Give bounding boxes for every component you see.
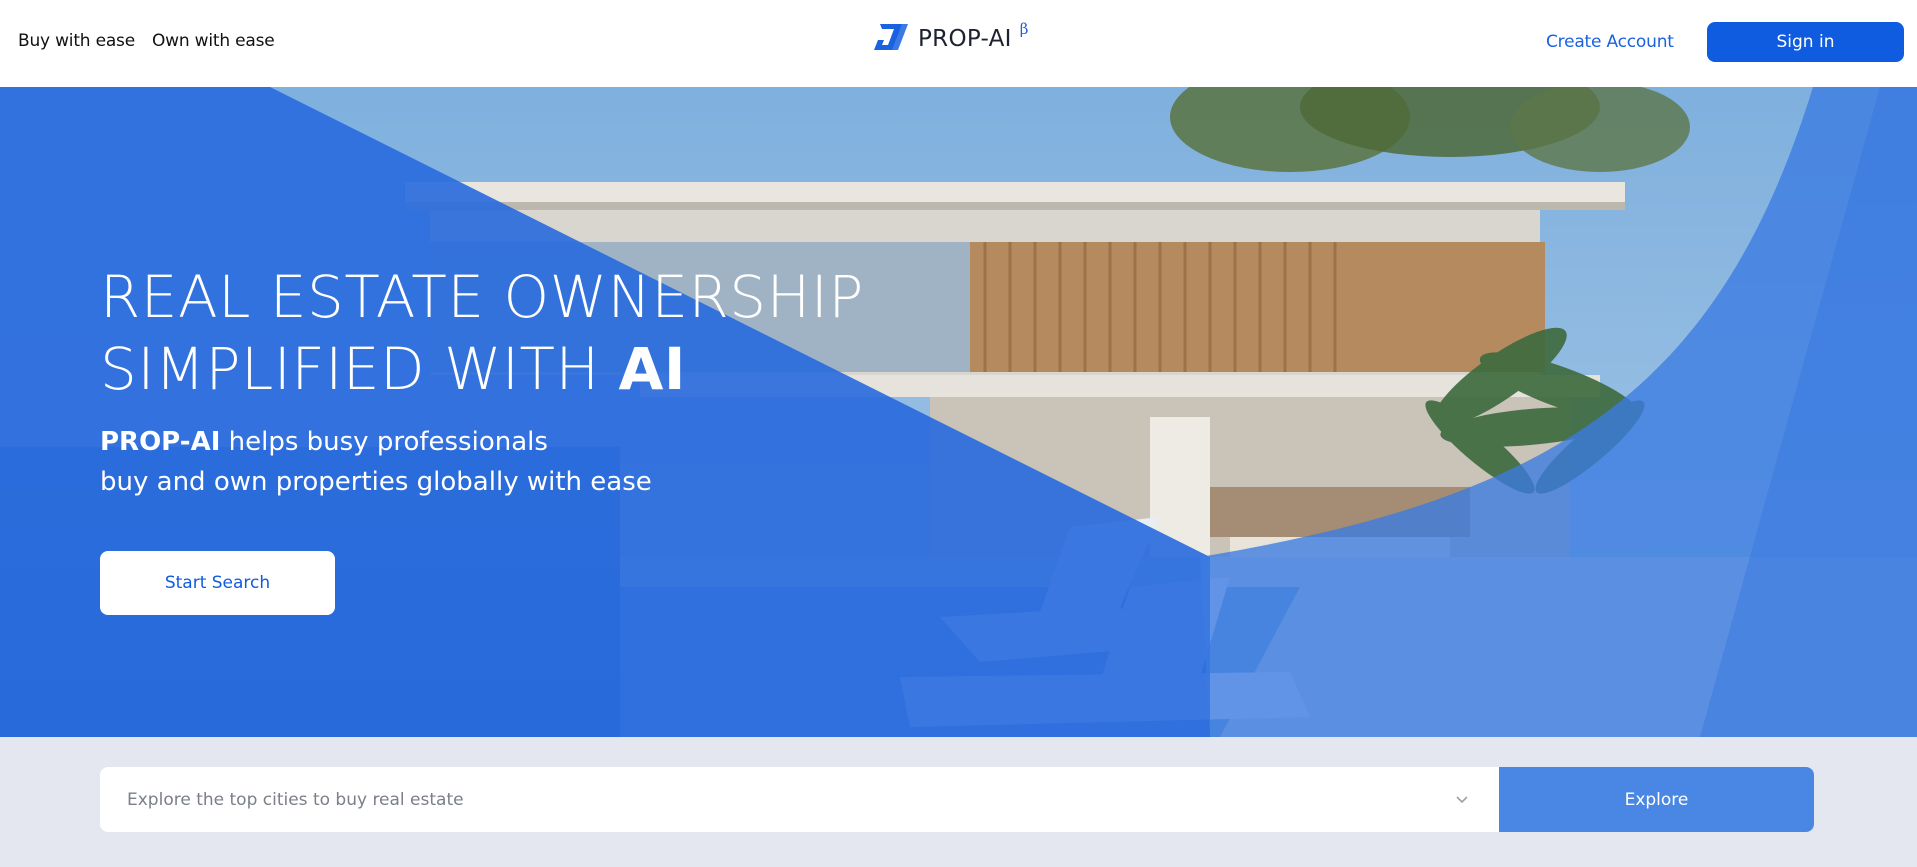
- hero-subtitle: PROP-AI helps busy professionals buy and…: [100, 422, 652, 502]
- hero-background-image: [0, 87, 1917, 737]
- city-search-select[interactable]: Explore the top cities to buy real estat…: [100, 767, 1499, 832]
- chevron-down-icon[interactable]: [1455, 795, 1469, 805]
- logo-text: PROP-AI: [918, 25, 1012, 52]
- hero-title-line1: REAL ESTATE OWNERSHIP: [100, 263, 864, 331]
- search-placeholder: Explore the top cities to buy real estat…: [127, 789, 464, 810]
- logo[interactable]: PROP-AI β: [872, 20, 1028, 54]
- hero-title-line2-prefix: SIMPLIFIED WITH: [100, 335, 619, 403]
- hero-subtitle-line2: buy and own properties globally with eas…: [100, 467, 652, 497]
- sign-in-button[interactable]: Sign in: [1707, 22, 1904, 62]
- hero-subtitle-brand: PROP-AI: [100, 427, 221, 457]
- logo-mark-icon: [874, 24, 908, 50]
- hero-subtitle-line1: helps busy professionals: [220, 427, 548, 457]
- beta-badge: β: [1019, 20, 1029, 38]
- nav-left: Buy with ease Own with ease: [18, 31, 275, 51]
- explore-button[interactable]: Explore: [1499, 767, 1814, 832]
- start-search-button[interactable]: Start Search: [100, 551, 335, 615]
- hero-title-ai: AI: [618, 335, 686, 403]
- hero-title: REAL ESTATE OWNERSHIP SIMPLIFIED WITH AI: [100, 261, 864, 405]
- create-account-link[interactable]: Create Account: [1546, 32, 1674, 52]
- nav-buy-with-ease[interactable]: Buy with ease: [18, 31, 135, 51]
- nav-own-with-ease[interactable]: Own with ease: [152, 31, 275, 51]
- hero-section: REAL ESTATE OWNERSHIP SIMPLIFIED WITH AI…: [0, 87, 1917, 737]
- top-header: Buy with ease Own with ease PROP-AI β Cr…: [0, 0, 1917, 87]
